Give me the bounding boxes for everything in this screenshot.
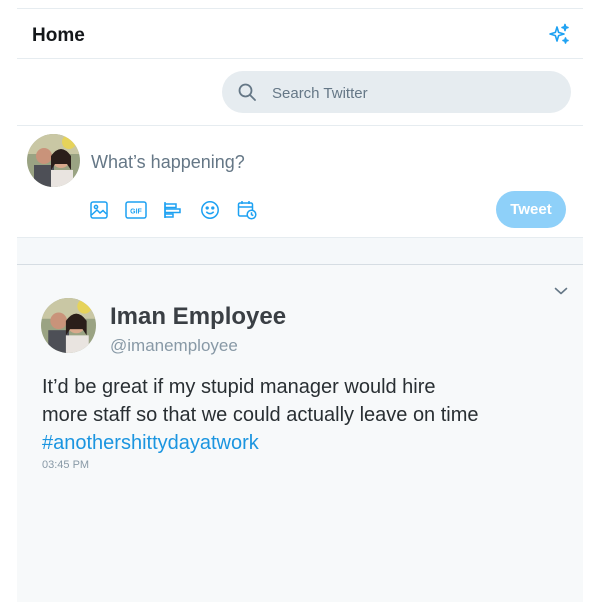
- author-handle[interactable]: @imanemployee: [110, 336, 238, 356]
- tweet-composer: GIF: [17, 126, 583, 238]
- hashtag-link[interactable]: #anothershittydayatwork: [42, 429, 512, 457]
- tweet-text-line: It’d be great if my stupid manager would…: [42, 376, 436, 398]
- avatar[interactable]: [27, 134, 80, 187]
- gif-icon[interactable]: GIF: [124, 198, 148, 222]
- search-input[interactable]: [270, 80, 554, 106]
- sparkle-icon[interactable]: [547, 22, 571, 46]
- tweet-card[interactable]: Iman Employee @imanemployee It’d be grea…: [17, 265, 583, 602]
- avatar[interactable]: [41, 298, 96, 353]
- tweet-timestamp[interactable]: 03:45 PM: [42, 459, 89, 471]
- search-box[interactable]: [222, 71, 571, 113]
- section-divider: [17, 238, 583, 265]
- chevron-down-icon[interactable]: [553, 283, 569, 299]
- tweet-text-line: more staff so that we could actually lea…: [42, 404, 479, 426]
- compose-input[interactable]: [89, 149, 563, 175]
- author-name[interactable]: Iman Employee: [110, 303, 286, 331]
- svg-text:GIF: GIF: [130, 209, 142, 216]
- top-header: Home: [17, 8, 583, 59]
- schedule-icon[interactable]: [235, 198, 259, 222]
- search-row: [17, 59, 583, 126]
- search-icon: [237, 82, 257, 102]
- poll-icon[interactable]: [161, 198, 185, 222]
- emoji-icon[interactable]: [198, 198, 222, 222]
- tweet-button[interactable]: Tweet: [496, 191, 566, 228]
- image-icon[interactable]: [87, 198, 111, 222]
- tweet-text: It’d be great if my stupid manager would…: [42, 373, 512, 457]
- page-title: Home: [32, 25, 85, 46]
